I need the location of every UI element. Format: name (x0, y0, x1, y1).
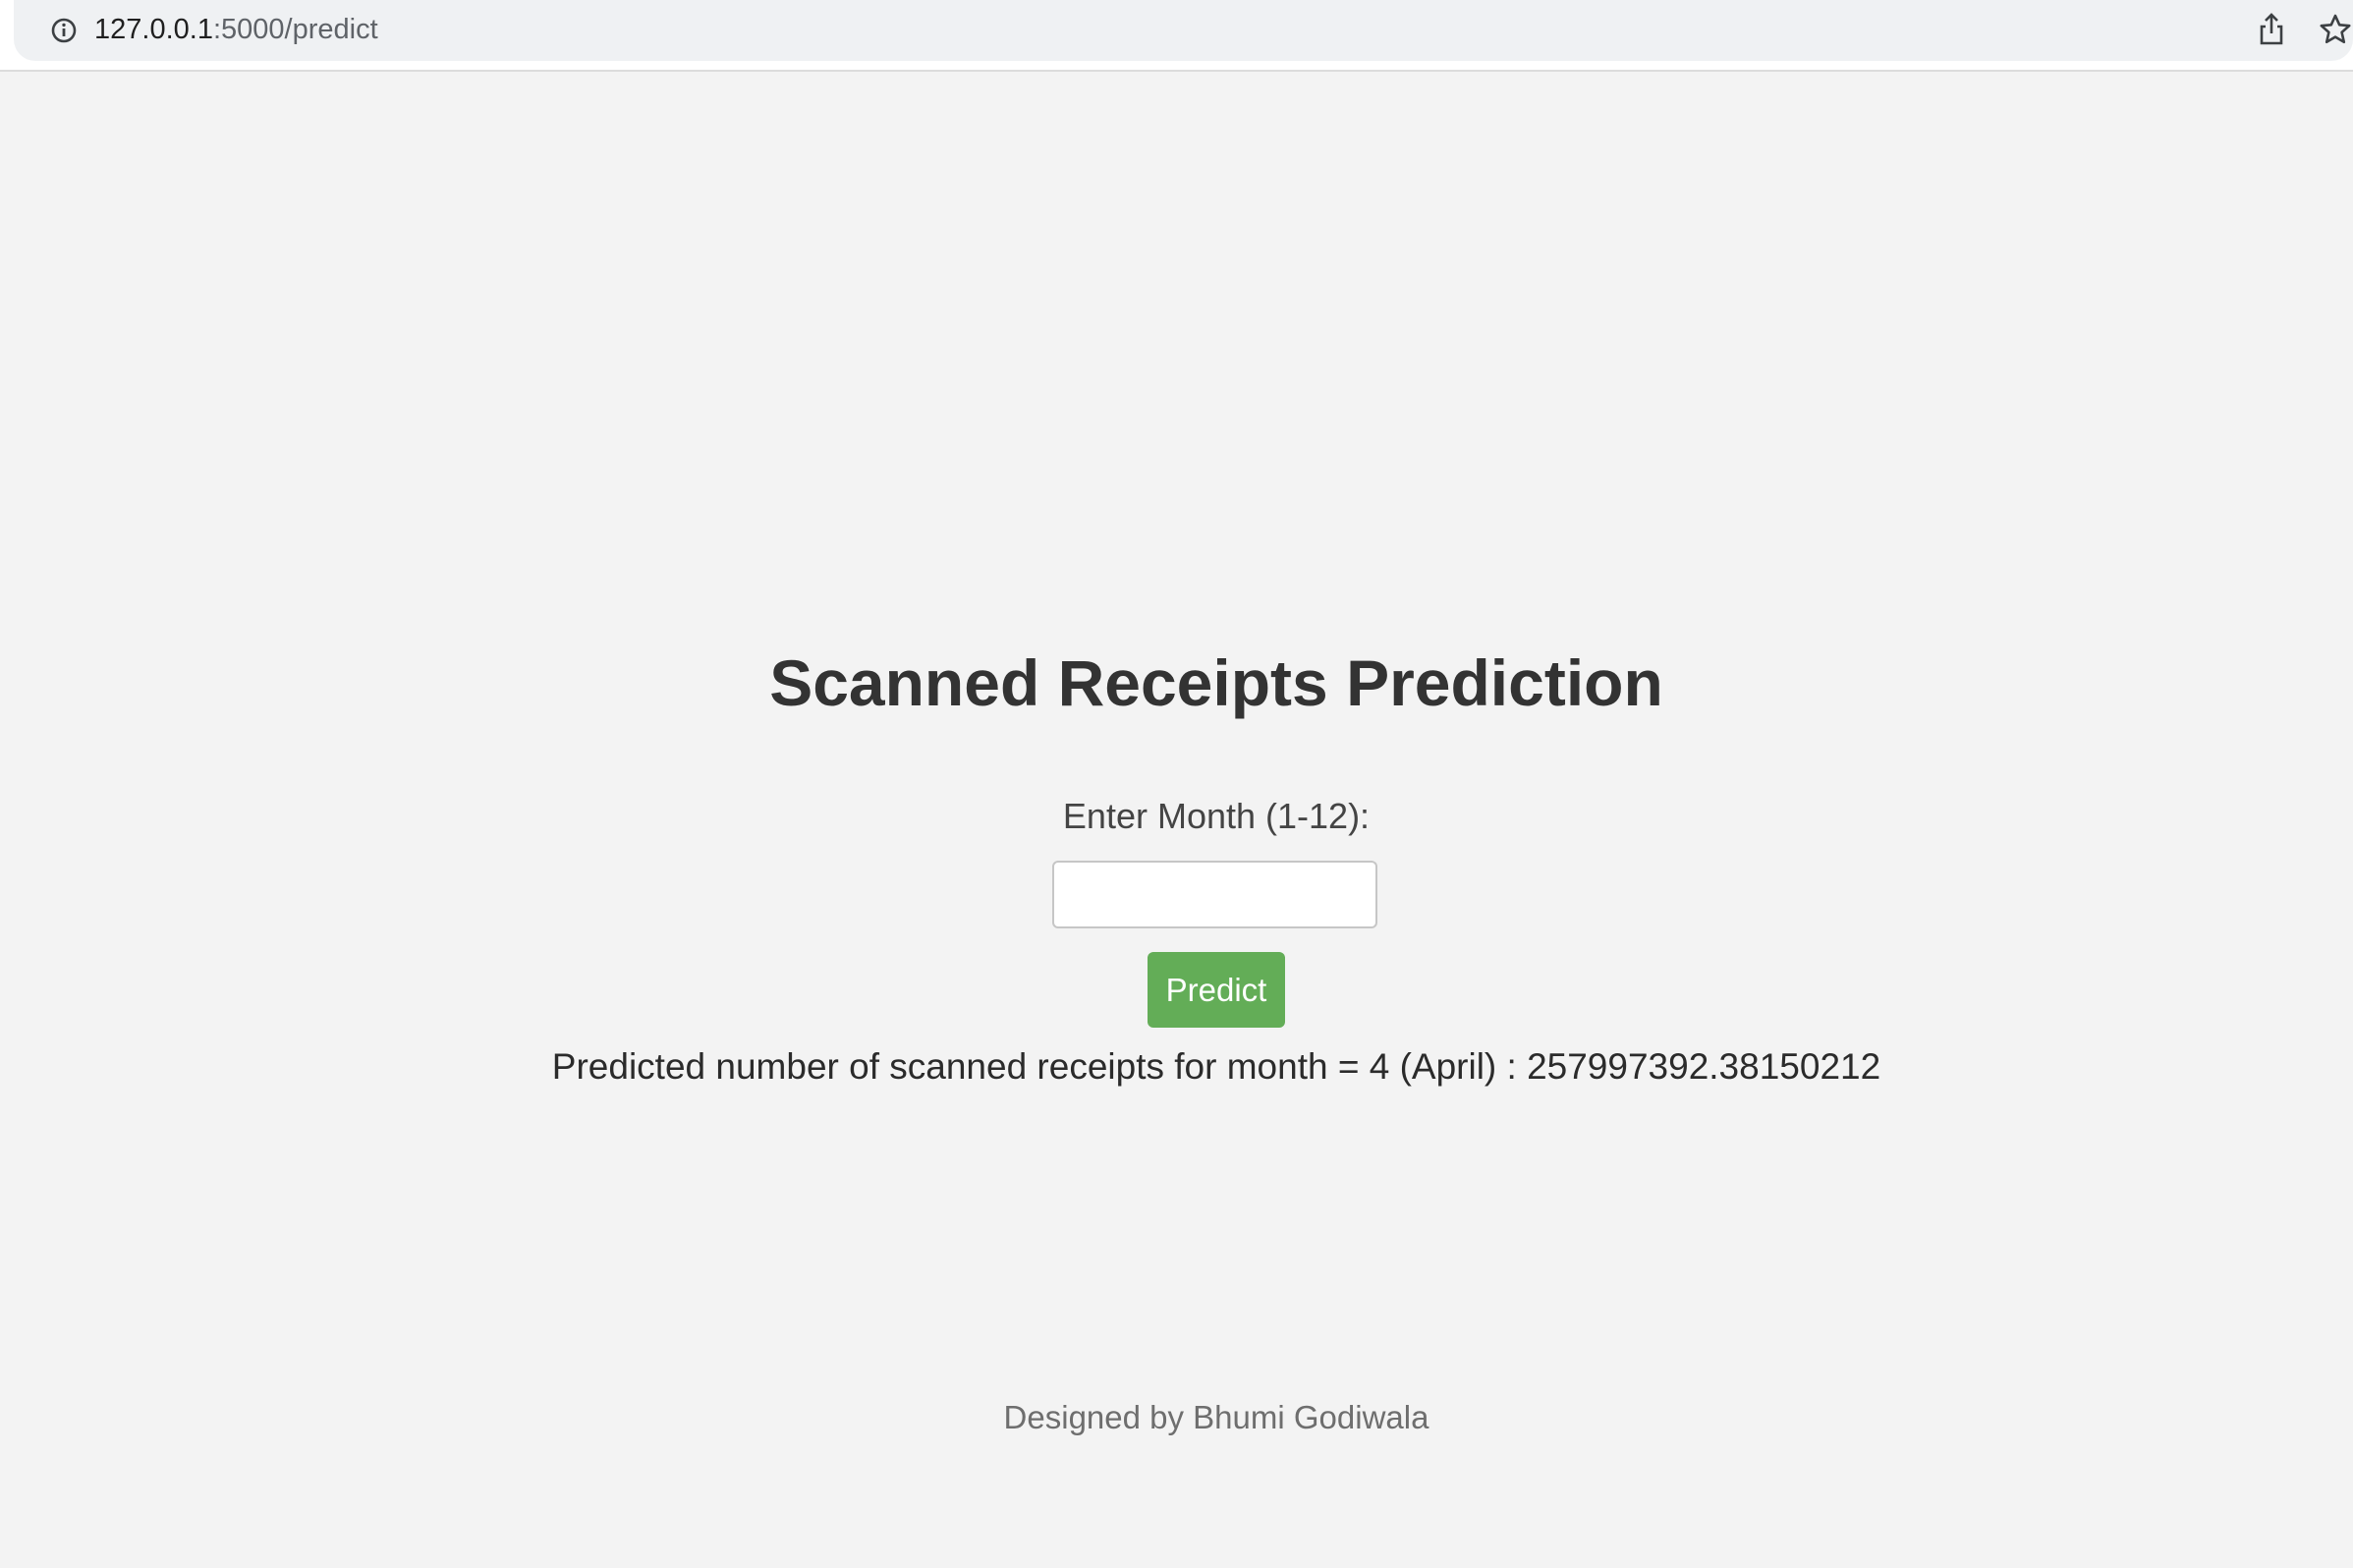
month-label: Enter Month (1-12): (1062, 796, 1371, 836)
url-text[interactable]: 127.0.0.1:5000/predict (94, 12, 378, 47)
star-icon[interactable] (2319, 13, 2352, 46)
footer-credit: Designed by Bhumi Godiwala (1003, 1399, 1429, 1435)
predict-button[interactable]: Predict (1148, 952, 1285, 1028)
page-title: Scanned Receipts Prediction (769, 646, 1663, 719)
url-path: :5000/predict (212, 14, 378, 45)
url-host: 127.0.0.1 (94, 14, 213, 45)
page-content: Scanned Receipts Prediction Enter Month … (0, 72, 2353, 1568)
share-icon[interactable] (2257, 12, 2286, 47)
prediction-result: Predicted number of scanned receipts for… (551, 1046, 1881, 1087)
info-icon[interactable] (49, 16, 79, 45)
month-input[interactable] (1052, 861, 1377, 928)
address-bar[interactable]: 127.0.0.1:5000/predict (14, 0, 2353, 61)
browser-toolbar: 127.0.0.1:5000/predict (0, 0, 2353, 72)
